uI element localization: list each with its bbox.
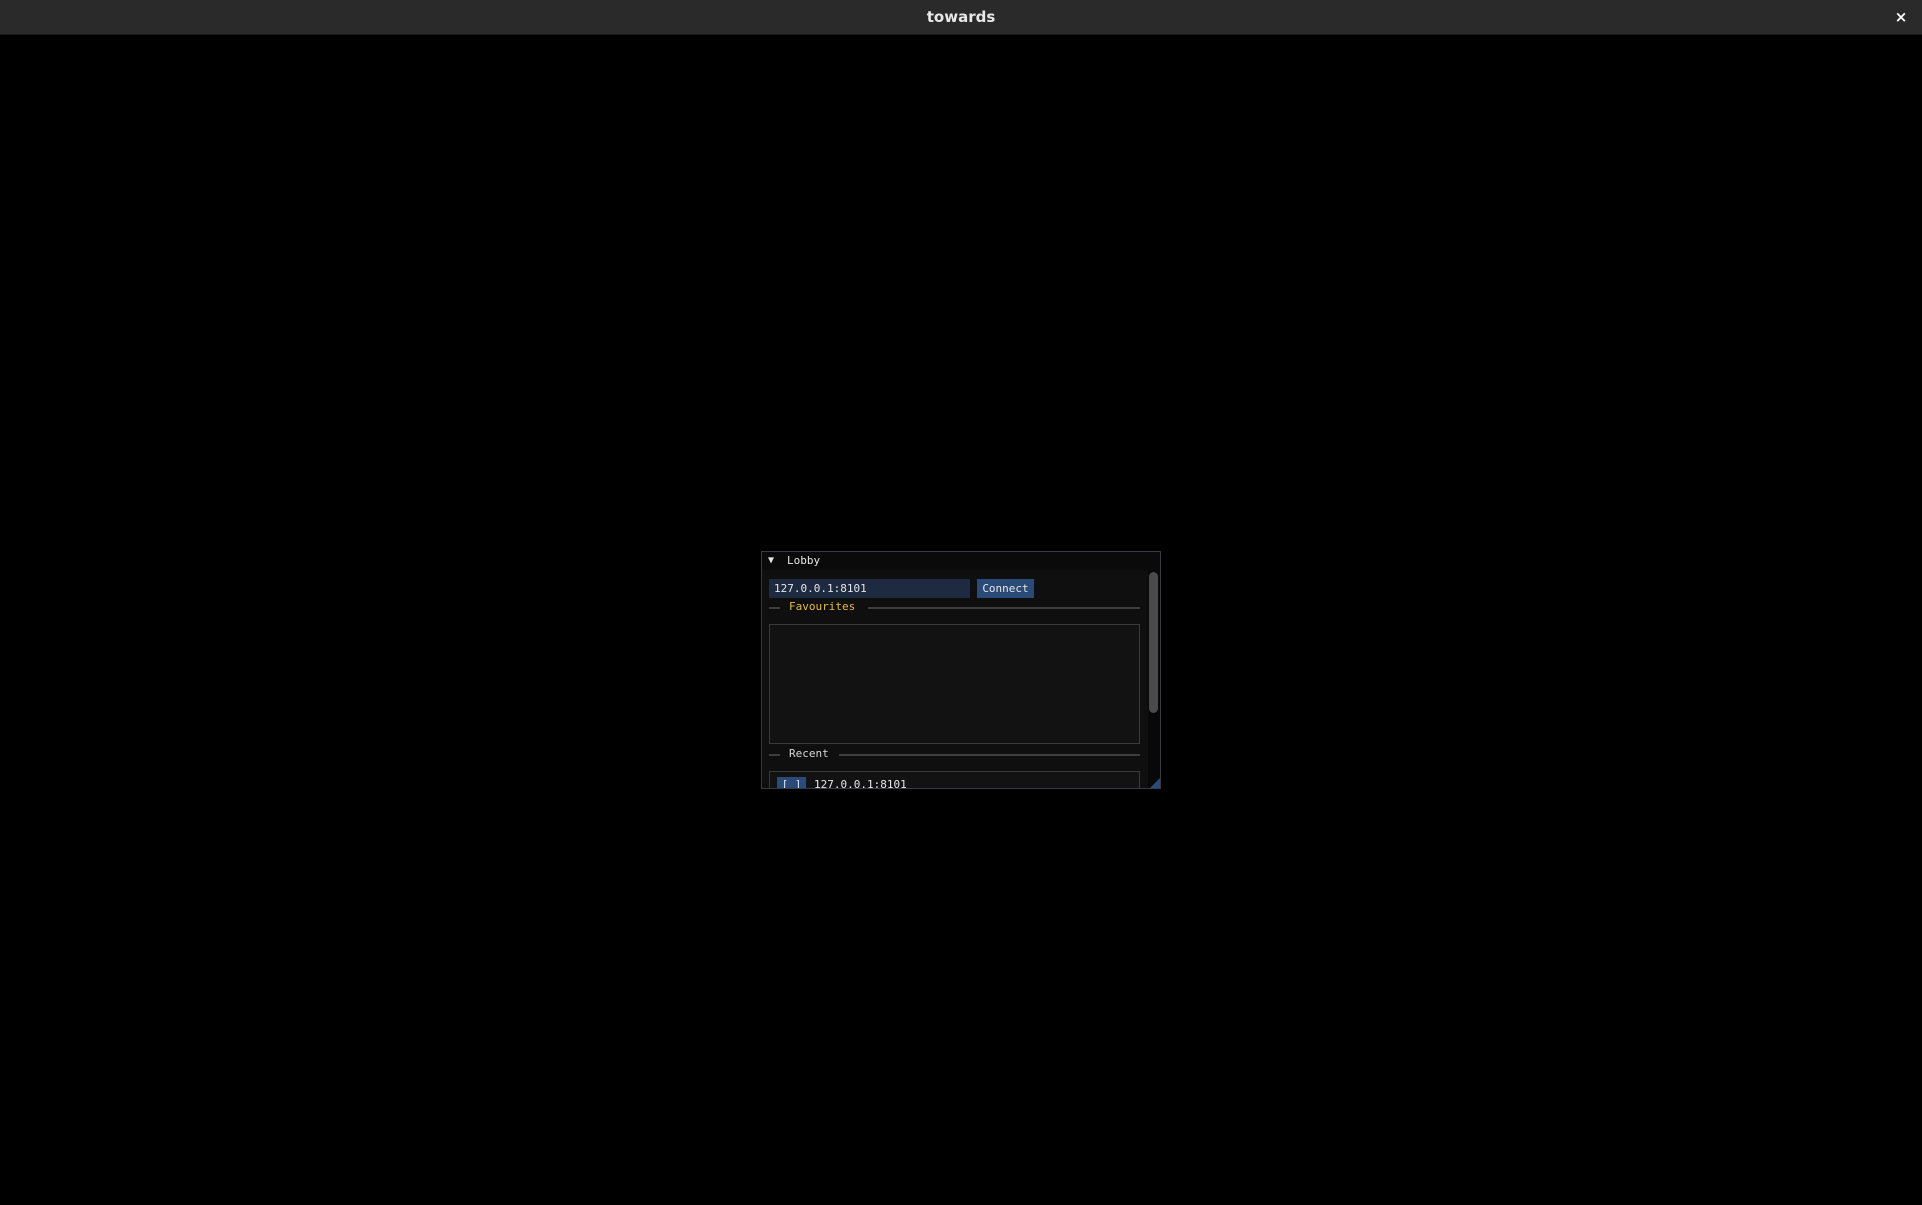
collapse-triangle-icon[interactable]: ▼ bbox=[768, 553, 778, 567]
favourite-toggle-button[interactable]: [ ] bbox=[777, 777, 806, 788]
app-window: towards × ▼ Lobby Connect Favourites Rec… bbox=[0, 0, 1922, 1205]
scrollbar-thumb[interactable] bbox=[1149, 572, 1158, 713]
close-icon[interactable]: × bbox=[1890, 6, 1912, 28]
favourites-separator-right bbox=[868, 607, 1140, 609]
recent-separator-right bbox=[839, 754, 1140, 756]
window-titlebar[interactable]: towards × bbox=[0, 0, 1922, 35]
recent-list[interactable]: [ ] 127.0.0.1:8101 bbox=[769, 771, 1140, 788]
lobby-titlebar[interactable]: ▼ Lobby bbox=[762, 552, 1160, 570]
lobby-window: ▼ Lobby Connect Favourites Recent [ ] 12… bbox=[761, 551, 1161, 789]
game-canvas[interactable]: ▼ Lobby Connect Favourites Recent [ ] 12… bbox=[0, 35, 1922, 1205]
window-title: towards bbox=[926, 8, 996, 26]
favourites-label: Favourites bbox=[789, 600, 856, 613]
recent-label: Recent bbox=[789, 747, 829, 760]
recent-server-address[interactable]: 127.0.0.1:8101 bbox=[814, 777, 907, 788]
favourites-list[interactable] bbox=[769, 624, 1140, 744]
connect-button[interactable]: Connect bbox=[977, 579, 1034, 598]
server-address-input[interactable] bbox=[769, 579, 970, 598]
favourites-separator-left bbox=[769, 607, 780, 609]
lobby-title: Lobby bbox=[787, 554, 821, 567]
recent-separator-left bbox=[769, 754, 780, 756]
resize-grip-icon[interactable] bbox=[1148, 776, 1160, 788]
